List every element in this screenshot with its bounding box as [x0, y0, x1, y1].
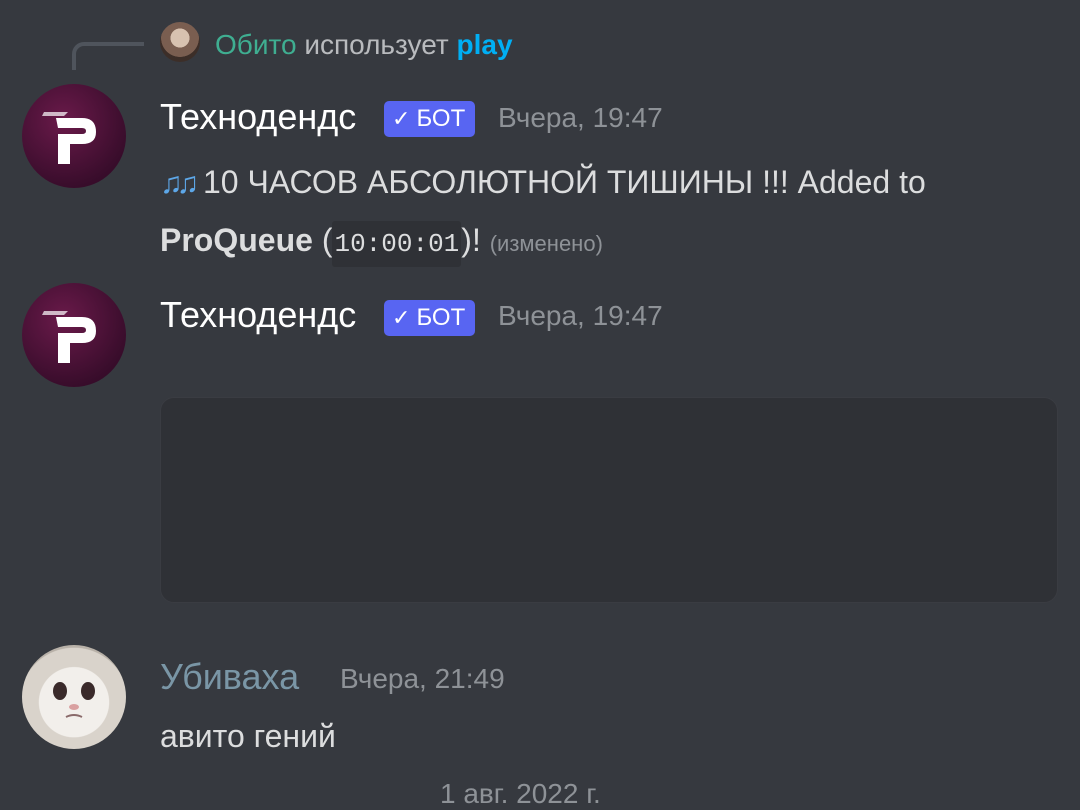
bot-logo-icon — [42, 311, 96, 363]
queue-name: ProQueue — [160, 222, 313, 258]
bot-tag: ✓ БОТ — [384, 101, 476, 137]
reply-username[interactable]: Обито — [215, 29, 297, 60]
message-author[interactable]: Технодендс — [160, 294, 356, 336]
reply-avatar[interactable] — [160, 22, 200, 62]
message-content: ♫♫ 10 ЧАСОВ АБСОЛЮТНОЙ ТИШИНЫ !!! Added t… — [160, 154, 1040, 272]
close-paren: )! — [461, 222, 481, 258]
message-embed[interactable] — [160, 397, 1058, 603]
message-timestamp: Вчера, 19:47 — [498, 102, 663, 133]
bot-tag-label: БОТ — [416, 105, 466, 132]
reply-command[interactable]: play — [456, 29, 512, 60]
bot-tag-label: БОТ — [416, 304, 466, 331]
bot-tag: ✓ БОТ — [384, 300, 476, 336]
message-timestamp: Вчера, 21:49 — [340, 663, 505, 694]
added-to-text: Added to — [797, 164, 926, 200]
user-avatar[interactable] — [22, 645, 126, 749]
cat-face-icon — [53, 682, 95, 718]
bot-avatar[interactable] — [22, 283, 126, 387]
song-title: 10 ЧАСОВ АБСОЛЮТНОЙ ТИШИНЫ !!! — [203, 164, 789, 200]
open-paren: ( — [321, 222, 333, 258]
edited-label: (изменено) — [489, 231, 603, 256]
reply-connector — [72, 42, 144, 70]
music-notes-icon: ♫♫ — [160, 167, 199, 200]
message-author[interactable]: Технодендс — [160, 96, 356, 138]
bot-logo-icon — [42, 112, 96, 164]
message-author[interactable]: Убиваха — [160, 656, 299, 698]
duration-code: 10:00:01 — [332, 221, 462, 267]
message-timestamp: Вчера, 19:47 — [498, 300, 663, 331]
date-divider: 1 авг. 2022 г. — [440, 778, 601, 809]
bot-avatar[interactable] — [22, 84, 126, 188]
reply-context[interactable]: Обито использует play — [215, 28, 513, 62]
reply-verb: использует — [304, 29, 449, 60]
message-text: авито гений — [160, 718, 336, 754]
check-icon: ✓ — [392, 106, 411, 131]
check-icon: ✓ — [392, 305, 411, 330]
